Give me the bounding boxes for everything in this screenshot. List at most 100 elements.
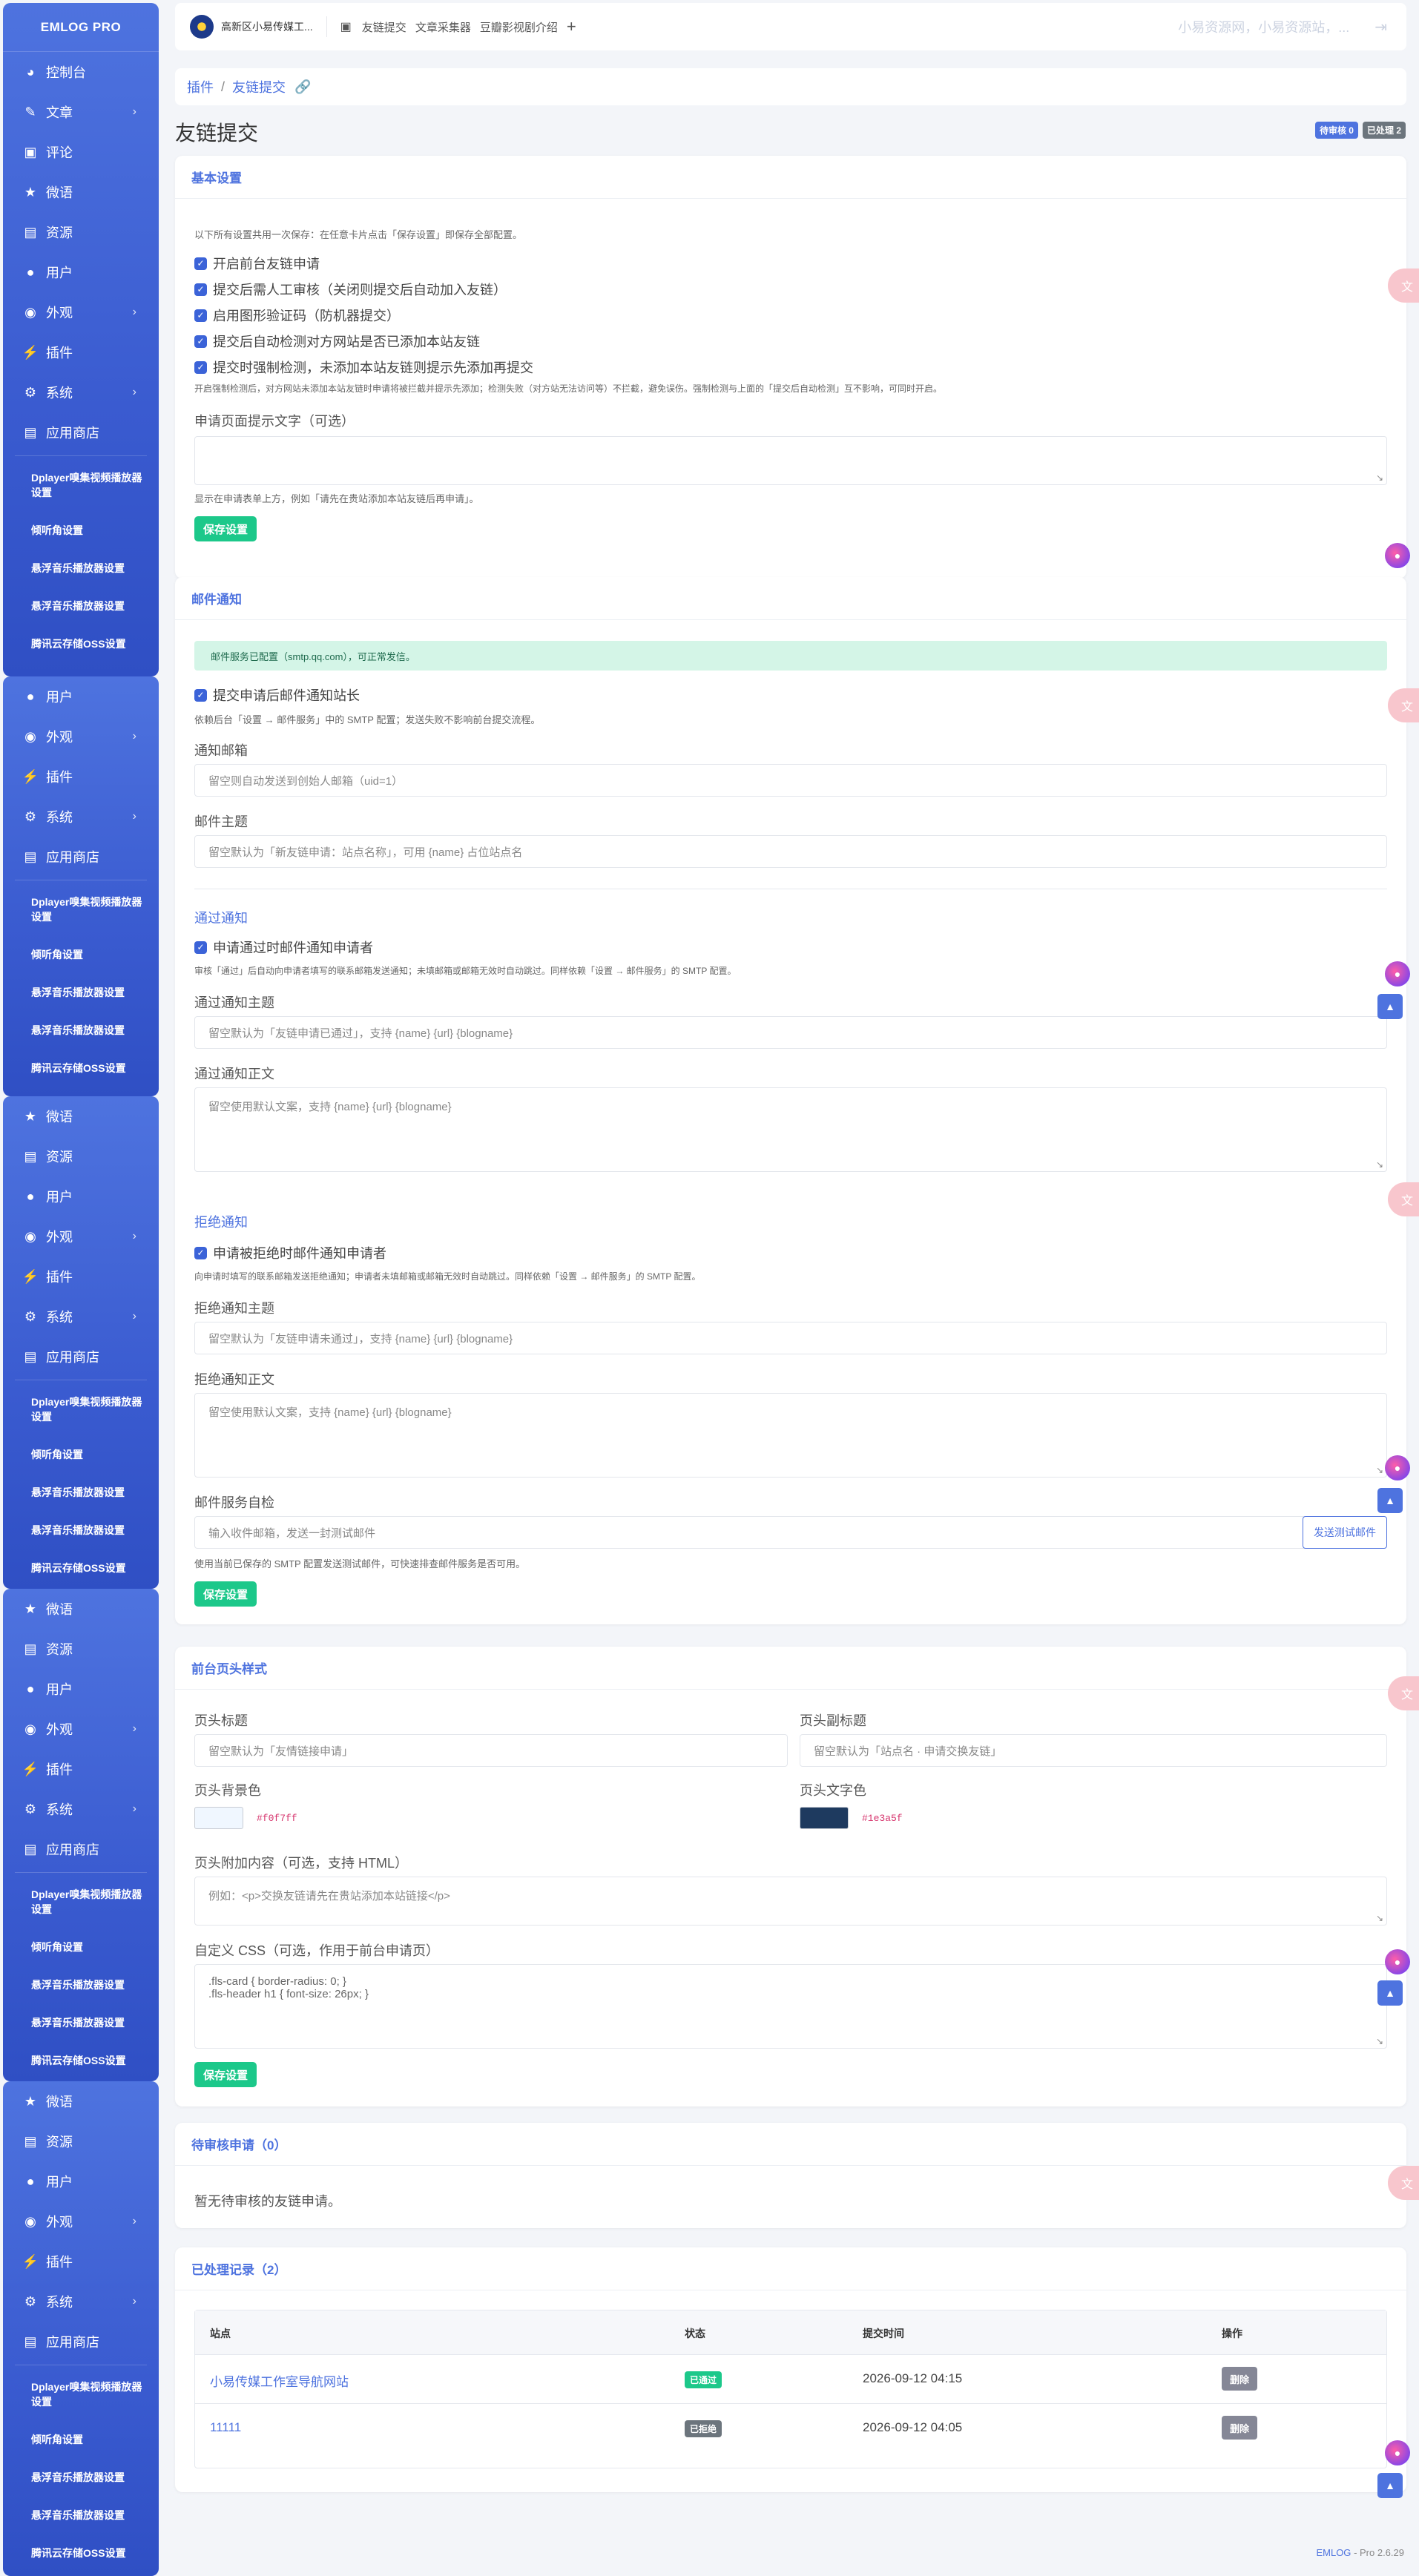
check-auto-detect[interactable]: ✓ 提交后自动检测对方网站是否已添加本站友链 bbox=[194, 332, 480, 351]
sidebar-item[interactable]: ⚡ 插件 bbox=[3, 1749, 159, 1789]
sidebar-plugin-link[interactable]: 倾听角设置 bbox=[3, 511, 159, 549]
plugin-icon[interactable]: ▣ bbox=[340, 19, 352, 34]
float-assistant-icon[interactable]: ● bbox=[1385, 1455, 1410, 1480]
sidebar-plugin-link[interactable]: 倾听角设置 bbox=[3, 1928, 159, 1966]
bg-color-swatch[interactable] bbox=[194, 1807, 243, 1829]
text-color-swatch[interactable] bbox=[800, 1807, 849, 1829]
sidebar-item[interactable]: ⚙ 系统 › bbox=[3, 1789, 159, 1829]
breadcrumb-current[interactable]: 友链提交 bbox=[232, 77, 286, 96]
sidebar-item[interactable]: ★ 微语 bbox=[3, 1096, 159, 1136]
sidebar-item[interactable]: ▤ 应用商店 bbox=[3, 837, 159, 877]
sidebar-item[interactable]: ⚙ 系统 › bbox=[3, 1297, 159, 1337]
sidebar-item[interactable]: ▤ 资源 bbox=[3, 2121, 159, 2161]
sidebar-item[interactable]: ▤ 资源 bbox=[3, 1136, 159, 1176]
float-translate-icon[interactable]: 文 bbox=[1388, 1182, 1419, 1216]
test-email-input[interactable]: 输入收件邮箱，发送一封测试邮件 bbox=[194, 1516, 1307, 1549]
sidebar-plugin-link[interactable]: 腾讯云存储OSS设置 bbox=[3, 1049, 159, 1087]
check-reject-notify[interactable]: ✓ 申请被拒绝时邮件通知申请者 bbox=[194, 1243, 386, 1262]
float-assistant-icon[interactable]: ● bbox=[1385, 2440, 1410, 2465]
back-to-top-icon[interactable]: ▲ bbox=[1377, 2473, 1403, 2498]
delete-button[interactable]: 删除 bbox=[1222, 2416, 1257, 2440]
site-link[interactable]: 小易传媒工作室导航网站 bbox=[210, 2371, 349, 2390]
sidebar-item[interactable]: ◉ 外观 › bbox=[3, 1709, 159, 1749]
sidebar-item[interactable]: ◕ 控制台 bbox=[3, 52, 159, 92]
sidebar-item[interactable]: ● 用户 bbox=[3, 676, 159, 717]
sidebar-item[interactable]: ▤ 应用商店 bbox=[3, 1829, 159, 1869]
site-switcher[interactable]: 高新区小易传媒工... bbox=[190, 15, 313, 39]
float-translate-icon[interactable]: 文 bbox=[1388, 688, 1419, 722]
sidebar-item[interactable]: ★ 微语 bbox=[3, 172, 159, 212]
sidebar-plugin-link[interactable]: 腾讯云存储OSS设置 bbox=[3, 625, 159, 662]
header-title-input[interactable]: 留空默认为「友情链接申请」 bbox=[194, 1734, 788, 1767]
sidebar-plugin-link[interactable]: 倾听角设置 bbox=[3, 2420, 159, 2458]
sidebar-item[interactable]: ● 用户 bbox=[3, 2161, 159, 2201]
sidebar-plugin-link[interactable]: 悬浮音乐播放器设置 bbox=[3, 973, 159, 1011]
logout-icon[interactable]: ⇥ bbox=[1374, 18, 1387, 36]
sidebar-item[interactable]: ⚡ 插件 bbox=[3, 2241, 159, 2282]
extra-content-textarea[interactable]: 例如：<p>交换友链请先在贵站添加本站链接</p> ↘ bbox=[194, 1877, 1387, 1926]
resize-grip-icon[interactable]: ↘ bbox=[1376, 1159, 1383, 1170]
sidebar-item[interactable]: ▤ 应用商店 bbox=[3, 1337, 159, 1377]
sidebar-plugin-link[interactable]: Dplayer嗅集视频播放器设置 bbox=[3, 2368, 159, 2420]
resize-grip-icon[interactable]: ↘ bbox=[1376, 472, 1383, 483]
sidebar-plugin-link[interactable]: 腾讯云存储OSS设置 bbox=[3, 1549, 159, 1587]
sidebar-item[interactable]: ● 用户 bbox=[3, 1176, 159, 1216]
sidebar-plugin-link[interactable]: 悬浮音乐播放器设置 bbox=[3, 2458, 159, 2496]
sidebar-plugin-link[interactable]: Dplayer嗅集视频播放器设置 bbox=[3, 1876, 159, 1928]
back-to-top-icon[interactable]: ▲ bbox=[1377, 994, 1403, 1019]
save-settings-button[interactable]: 保存设置 bbox=[194, 516, 257, 541]
sidebar-item[interactable]: ⚙ 系统 › bbox=[3, 797, 159, 837]
pass-subject-input[interactable]: 留空默认为「友链申请已通过」，支持 {name} {url} {blogname… bbox=[194, 1016, 1387, 1049]
sidebar-item[interactable]: ⚡ 插件 bbox=[3, 1256, 159, 1297]
sidebar-plugin-link[interactable]: Dplayer嗅集视频播放器设置 bbox=[3, 883, 159, 935]
float-assistant-icon[interactable]: ● bbox=[1385, 1949, 1410, 1974]
sidebar-item[interactable]: ▤ 应用商店 bbox=[3, 2322, 159, 2362]
float-assistant-icon[interactable]: ● bbox=[1385, 961, 1410, 986]
resize-grip-icon[interactable]: ↘ bbox=[1376, 1465, 1383, 1475]
sidebar-plugin-link[interactable]: 悬浮音乐播放器设置 bbox=[3, 1511, 159, 1549]
sidebar-plugin-link[interactable]: Dplayer嗅集视频播放器设置 bbox=[3, 1383, 159, 1435]
float-translate-icon[interactable]: 文 bbox=[1388, 1676, 1419, 1710]
pass-body-textarea[interactable]: 留空使用默认文案，支持 {name} {url} {blogname} ↘ bbox=[194, 1087, 1387, 1172]
reject-subject-input[interactable]: 留空默认为「友链申请未通过」，支持 {name} {url} {blogname… bbox=[194, 1322, 1387, 1354]
sidebar-item[interactable]: ▤ 资源 bbox=[3, 212, 159, 252]
send-test-mail-button[interactable]: 发送测试邮件 bbox=[1303, 1516, 1387, 1549]
sidebar-plugin-link[interactable]: 悬浮音乐播放器设置 bbox=[3, 549, 159, 587]
sidebar-plugin-link[interactable]: 悬浮音乐播放器设置 bbox=[3, 1011, 159, 1049]
sidebar-item[interactable]: ⚙ 系统 › bbox=[3, 372, 159, 412]
sidebar-item[interactable]: ▤ 应用商店 bbox=[3, 412, 159, 452]
sidebar-item[interactable]: ✎ 文章 › bbox=[3, 92, 159, 132]
sidebar-item[interactable]: ● 用户 bbox=[3, 1669, 159, 1709]
topbar-link-douban[interactable]: 豆瓣影视剧介绍 bbox=[480, 19, 558, 35]
sidebar-plugin-link[interactable]: Dplayer嗅集视频播放器设置 bbox=[3, 459, 159, 511]
sidebar-item[interactable]: ⚡ 插件 bbox=[3, 757, 159, 797]
back-to-top-icon[interactable]: ▲ bbox=[1377, 1488, 1403, 1513]
sidebar-item[interactable]: ▤ 资源 bbox=[3, 1629, 159, 1669]
check-captcha[interactable]: ✓ 启用图形验证码（防机器提交） bbox=[194, 306, 400, 325]
sidebar-item[interactable]: ● 用户 bbox=[3, 252, 159, 292]
sidebar-item[interactable]: ★ 微语 bbox=[3, 2081, 159, 2121]
site-link[interactable]: 11111 bbox=[210, 2420, 241, 2435]
sidebar-item[interactable]: ◉ 外观 › bbox=[3, 1216, 159, 1256]
sidebar-plugin-link[interactable]: 悬浮音乐播放器设置 bbox=[3, 1473, 159, 1511]
sidebar-item[interactable]: ◉ 外观 › bbox=[3, 292, 159, 332]
reject-body-textarea[interactable]: 留空使用默认文案，支持 {name} {url} {blogname} ↘ bbox=[194, 1393, 1387, 1478]
back-to-top-icon[interactable]: ▲ bbox=[1377, 1980, 1403, 2006]
header-subtitle-input[interactable]: 留空默认为「站点名 · 申请交换友链」 bbox=[800, 1734, 1387, 1767]
topbar-link-collector[interactable]: 文章采集器 bbox=[415, 19, 471, 35]
sidebar-plugin-link[interactable]: 悬浮音乐播放器设置 bbox=[3, 1966, 159, 2003]
topbar-link-friendlink[interactable]: 友链提交 bbox=[362, 19, 406, 35]
float-translate-icon[interactable]: 文 bbox=[1388, 269, 1419, 303]
sidebar-plugin-link[interactable]: 倾听角设置 bbox=[3, 935, 159, 973]
prompt-textarea[interactable]: ↘ bbox=[194, 436, 1387, 485]
brand-logo[interactable]: EMLOG PRO bbox=[3, 3, 159, 52]
sidebar-item[interactable]: ⚡ 插件 bbox=[3, 332, 159, 372]
sidebar-item[interactable]: ◉ 外观 › bbox=[3, 717, 159, 757]
mail-subject-input[interactable]: 留空默认为「新友链申请：站点名称」，可用 {name} 占位站点名 bbox=[194, 835, 1387, 868]
float-translate-icon[interactable]: 文 bbox=[1388, 2166, 1419, 2200]
save-settings-button[interactable]: 保存设置 bbox=[194, 1581, 257, 1607]
check-notify-owner[interactable]: ✓ 提交申请后邮件通知站长 bbox=[194, 685, 360, 705]
custom-css-textarea[interactable]: .fls-card { border-radius: 0; } .fls-hea… bbox=[194, 1964, 1387, 2049]
check-manual-review[interactable]: ✓ 提交后需人工审核（关闭则提交后自动加入友链） bbox=[194, 280, 507, 299]
sidebar-plugin-link[interactable]: 悬浮音乐播放器设置 bbox=[3, 587, 159, 625]
